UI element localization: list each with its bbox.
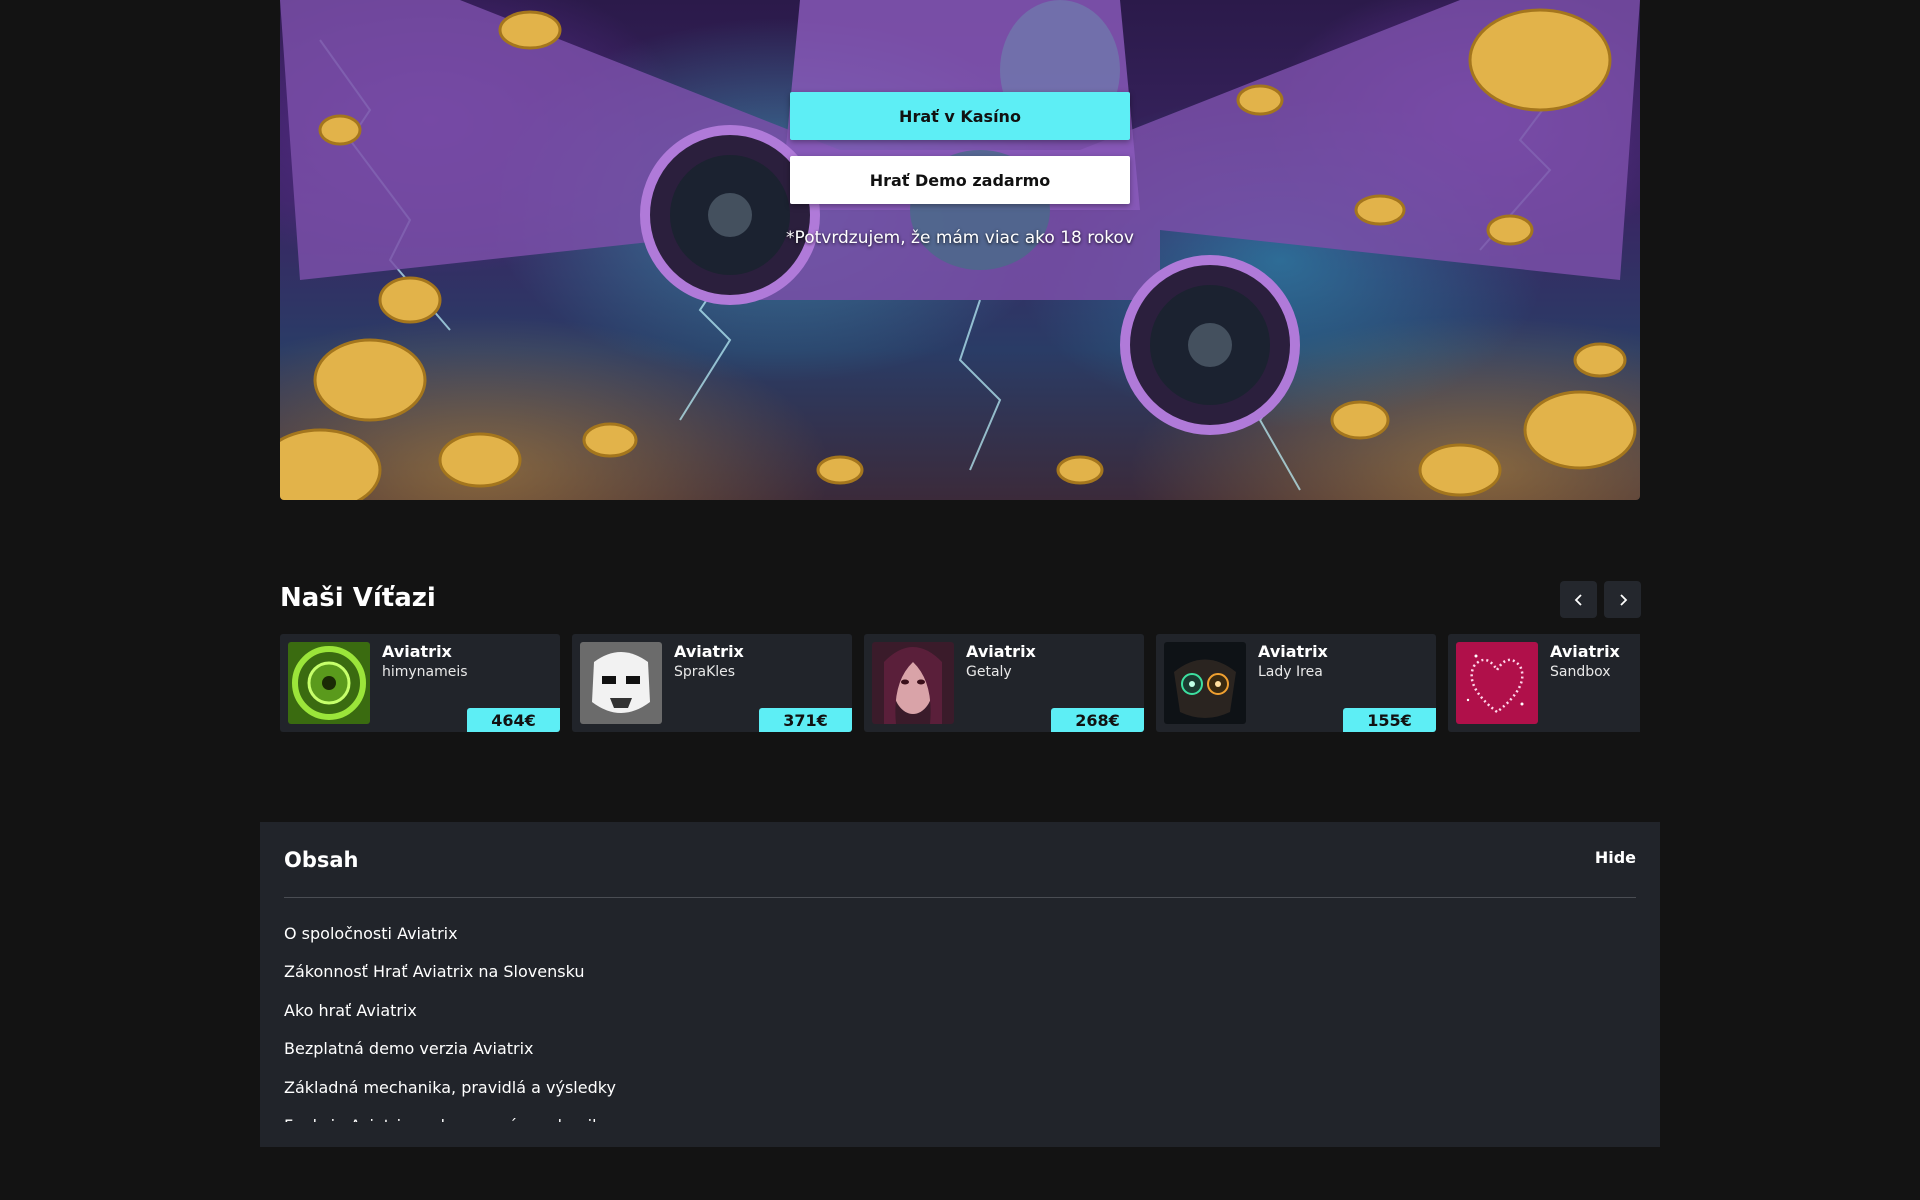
winner-card[interactable]: Aviatrix Getaly 268€ [864, 634, 1144, 732]
winner-username: Getaly [966, 664, 1012, 680]
winner-username: Sandbox [1550, 664, 1611, 680]
toc-item[interactable]: O spoločnosti Aviatrix [284, 922, 1636, 960]
chevron-left-icon [1574, 593, 1582, 606]
toc-divider [284, 897, 1636, 898]
age-confirmation-text: *Potvrdzujem, že mám viac ako 18 rokov [786, 228, 1134, 248]
winner-card[interactable]: Aviatrix Lady Irea 155€ [1156, 634, 1436, 732]
winner-username: Lady Irea [1258, 664, 1323, 680]
winner-game: Aviatrix [966, 642, 1036, 661]
toc-item[interactable]: Funkcie Aviatrixu a bonusová mechanika [284, 1114, 1636, 1122]
winner-game: Aviatrix [382, 642, 452, 661]
winner-username: himynameis [382, 664, 468, 680]
winner-avatar [1164, 642, 1246, 724]
toc-item[interactable]: Ako hrať Aviatrix [284, 999, 1636, 1037]
play-demo-button[interactable]: Hrať Demo zadarmo [790, 156, 1130, 204]
play-casino-button[interactable]: Hrať v Kasíno [790, 92, 1130, 140]
winner-amount: 464€ [467, 708, 560, 732]
winner-amount: 155€ [1343, 708, 1436, 732]
toc-item[interactable]: Základná mechanika, pravidlá a výsledky [284, 1076, 1636, 1114]
winner-game: Aviatrix [674, 642, 744, 661]
toc-title: Obsah [284, 848, 359, 872]
toc-item[interactable]: Zákonnosť Hrať Aviatrix na Slovensku [284, 960, 1636, 998]
winners-carousel: Aviatrix himynameis 464€ Aviatrix SpraKl… [280, 634, 1640, 732]
hero-banner: Hrať v Kasíno Hrať Demo zadarmo *Potvrdz… [280, 0, 1640, 500]
winner-avatar [872, 642, 954, 724]
winner-game: Aviatrix [1550, 642, 1620, 661]
carousel-prev-button[interactable] [1560, 581, 1597, 618]
jet-illustration [280, 0, 1640, 435]
winner-game: Aviatrix [1258, 642, 1328, 661]
winner-card[interactable]: Aviatrix himynameis 464€ [280, 634, 560, 732]
winners-title: Naši Víťazi [280, 583, 436, 613]
table-of-contents: Obsah Hide O spoločnosti Aviatrix Zákonn… [260, 822, 1660, 1147]
winner-card[interactable]: Aviatrix SpraKles 371€ [572, 634, 852, 732]
winner-avatar [1456, 642, 1538, 724]
winner-amount: 371€ [759, 708, 852, 732]
chevron-right-icon [1619, 593, 1627, 606]
toc-item[interactable]: Bezplatná demo verzia Aviatrix [284, 1037, 1636, 1075]
winner-avatar [288, 642, 370, 724]
winner-card[interactable]: Aviatrix Sandbox [1448, 634, 1640, 732]
toc-hide-button[interactable]: Hide [1595, 848, 1636, 867]
winner-avatar [580, 642, 662, 724]
carousel-next-button[interactable] [1604, 581, 1641, 618]
hero-artwork [280, 0, 1640, 500]
winner-amount: 268€ [1051, 708, 1144, 732]
winner-username: SpraKles [674, 664, 736, 680]
toc-list: O spoločnosti Aviatrix Zákonnosť Hrať Av… [284, 922, 1636, 1122]
